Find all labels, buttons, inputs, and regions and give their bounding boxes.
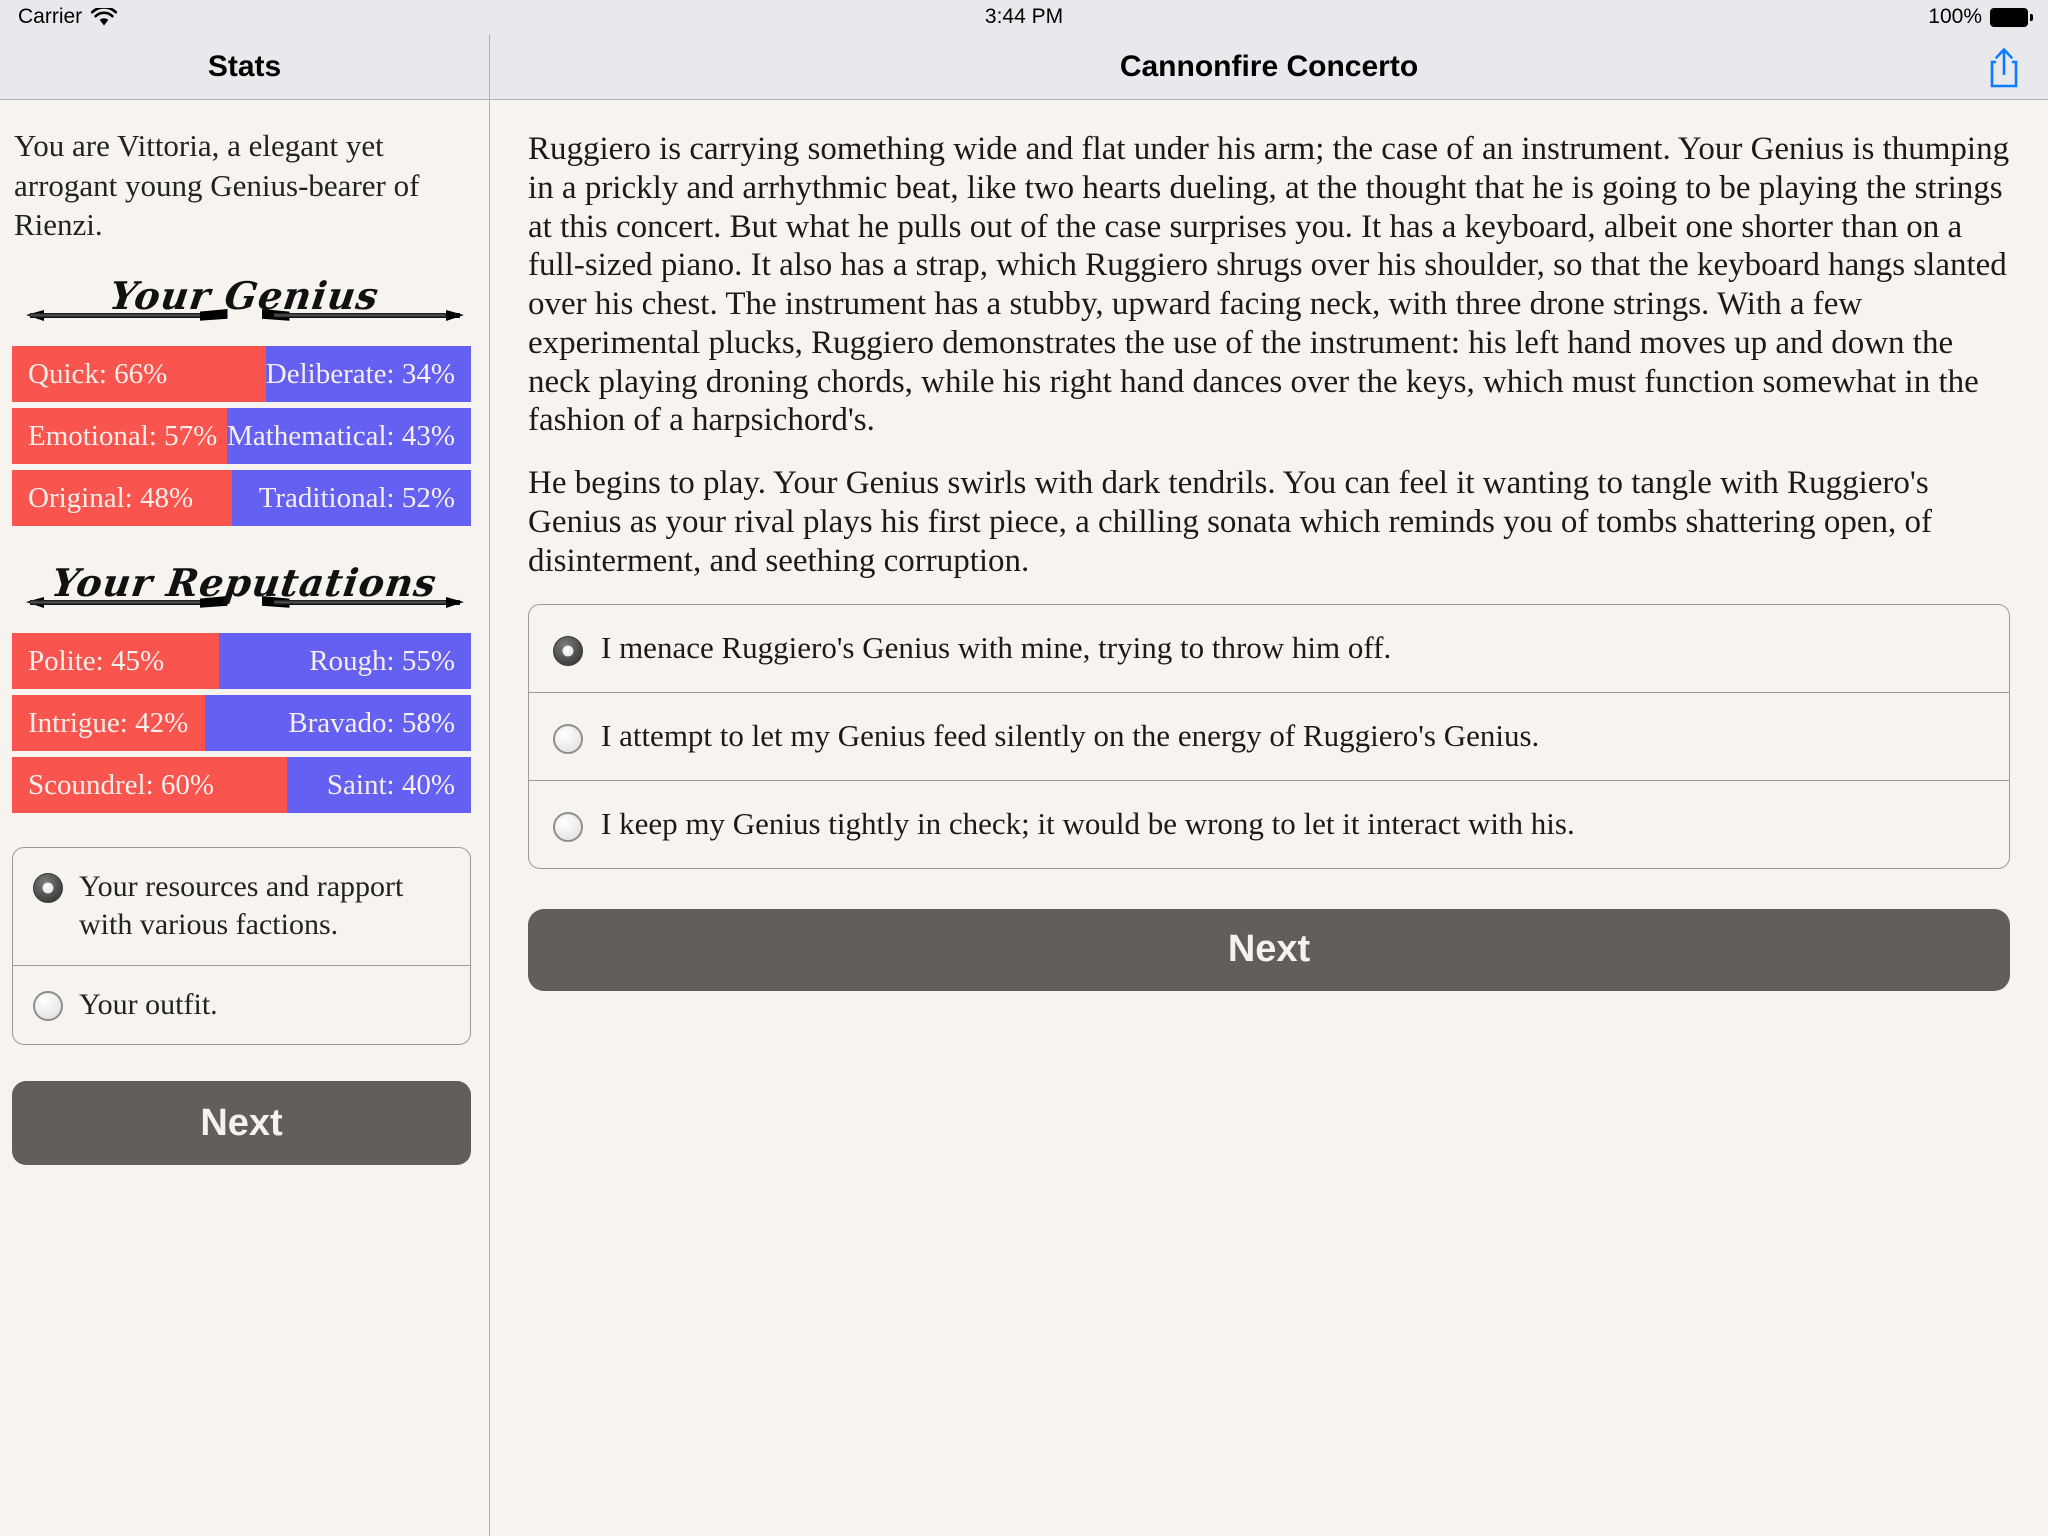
radio-selected-icon[interactable]: [33, 873, 63, 904]
stat-bar-left: Original: 48%: [12, 470, 233, 527]
stats-pane: You are Vittoria, a elegant yet arrogant…: [0, 100, 490, 1536]
choice-row[interactable]: I menace Ruggiero's Genius with mine, tr…: [529, 605, 2009, 692]
stat-bar-left: Scoundrel: 60%: [12, 757, 288, 814]
stats-next-button-label: Next: [200, 1101, 283, 1144]
stat-bar-right: Deliberate: 34%: [265, 346, 471, 403]
stat-bar-row: Quick: 66% Deliberate: 34%: [12, 346, 471, 403]
share-icon[interactable]: [1986, 45, 2022, 89]
stat-bar-row: Emotional: 57% Mathematical: 43%: [12, 408, 471, 465]
reputation-stat-bars: Polite: 45% Rough: 55% Intrigue: 42% Bra…: [0, 633, 489, 814]
radio-selected-icon[interactable]: [553, 636, 583, 667]
story-pane: Ruggiero is carrying something wide and …: [490, 100, 2048, 1536]
stat-bar-row: Polite: 45% Rough: 55%: [12, 633, 471, 690]
story-next-button-label: Next: [1227, 928, 1311, 971]
section-heading-reputations: Your Reputations: [0, 560, 489, 611]
stat-bar-right: Mathematical: 43%: [227, 408, 471, 465]
stat-label-right: Deliberate: 34%: [265, 357, 455, 390]
section-title: Your Reputations: [49, 560, 440, 606]
stat-label-left: Polite: 45%: [28, 644, 165, 677]
app-screen: Carrier 3:44 PM 100% Stats Cannonfire Co…: [0, 0, 2048, 1536]
story-text: Ruggiero is carrying something wide and …: [490, 100, 2048, 580]
stat-bar-left: Polite: 45%: [12, 633, 219, 690]
nav-right-section: Cannonfire Concerto: [490, 34, 2048, 99]
stats-option-row[interactable]: Your resources and rapport with various …: [13, 848, 470, 965]
story-next-button[interactable]: Next: [528, 908, 2010, 991]
stat-label-left: Original: 48%: [28, 481, 194, 514]
story-paragraph: Ruggiero is carrying something wide and …: [528, 131, 2010, 439]
stat-bar-left: Quick: 66%: [12, 346, 266, 403]
story-title: Cannonfire Concerto: [1119, 49, 1419, 83]
radio-unselected-icon[interactable]: [553, 724, 583, 755]
stat-label-right: Mathematical: 43%: [227, 419, 455, 452]
stat-label-right: Rough: 55%: [309, 644, 455, 677]
stat-label-left: Quick: 66%: [28, 357, 168, 390]
stat-label-left: Emotional: 57%: [28, 419, 218, 452]
stat-label-right: Saint: 40%: [326, 768, 455, 801]
section-heading-genius: Your Genius: [0, 273, 489, 324]
status-bar: Carrier 3:44 PM 100%: [0, 0, 2048, 34]
battery-full-icon: [1990, 7, 2033, 27]
stat-bar-row: Scoundrel: 60% Saint: 40%: [12, 757, 471, 814]
stat-bar-row: Intrigue: 42% Bravado: 58%: [12, 695, 471, 752]
radio-unselected-icon[interactable]: [33, 990, 63, 1021]
story-paragraph: He begins to play. Your Genius swirls wi…: [528, 465, 1933, 579]
stat-bar-right: Saint: 40%: [287, 757, 471, 814]
stat-bar-left: Intrigue: 42%: [12, 695, 205, 752]
stat-bar-right: Bravado: 58%: [204, 695, 471, 752]
stats-next-button[interactable]: Next: [12, 1081, 471, 1166]
navigation-bar: Stats Cannonfire Concerto: [0, 34, 2048, 100]
stats-option-label: Your outfit.: [79, 987, 218, 1021]
stats-title: Stats: [207, 49, 282, 83]
choice-label: I attempt to let my Genius feed silently…: [601, 718, 1540, 754]
stat-label-left: Scoundrel: 60%: [28, 768, 215, 801]
choice-label: I keep my Genius tightly in check; it wo…: [601, 805, 1575, 841]
stat-label-right: Traditional: 52%: [258, 481, 455, 514]
stats-options-group: Your resources and rapport with various …: [12, 847, 471, 1046]
stat-label-right: Bravado: 58%: [288, 706, 455, 739]
character-intro: You are Vittoria, a elegant yet arrogant…: [14, 128, 420, 243]
stats-option-label: Your resources and rapport with various …: [79, 870, 404, 942]
status-bar-time: 3:44 PM: [984, 5, 1064, 28]
nav-left-section: Stats: [0, 34, 490, 99]
genius-stat-bars: Quick: 66% Deliberate: 34% Emotional: 57…: [0, 346, 489, 527]
radio-unselected-icon[interactable]: [553, 811, 583, 842]
stat-bar-right: Rough: 55%: [218, 633, 471, 690]
choice-list: I menace Ruggiero's Genius with mine, tr…: [528, 604, 2010, 869]
stat-bar-row: Original: 48% Traditional: 52%: [12, 470, 471, 527]
section-title: Your Genius: [106, 273, 383, 319]
stat-label-left: Intrigue: 42%: [28, 706, 189, 739]
stat-bar-right: Traditional: 52%: [232, 470, 471, 527]
choice-row[interactable]: I attempt to let my Genius feed silently…: [529, 692, 2009, 780]
choice-label: I menace Ruggiero's Genius with mine, tr…: [601, 630, 1392, 666]
stat-bar-left: Emotional: 57%: [12, 408, 228, 465]
choice-row[interactable]: I keep my Genius tightly in check; it wo…: [529, 779, 2009, 868]
stats-option-row[interactable]: Your outfit.: [13, 964, 470, 1044]
main-split-view: You are Vittoria, a elegant yet arrogant…: [0, 100, 2048, 1536]
